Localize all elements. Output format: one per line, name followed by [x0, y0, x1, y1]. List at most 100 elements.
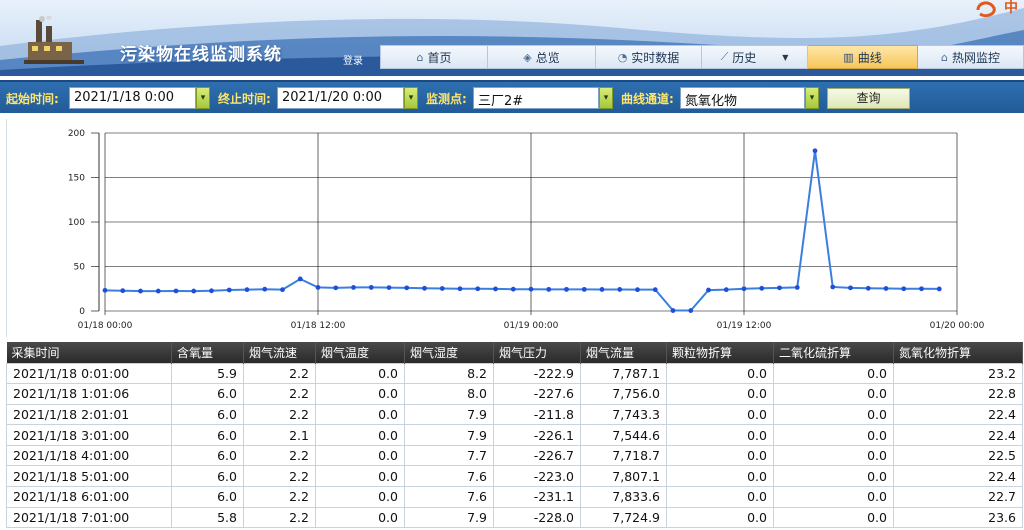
table-row[interactable]: 2021/1/18 3:01:00 6.0 2.1 0.0 7.9 -226.1 7,544…	[6, 424, 1023, 446]
data-point	[652, 287, 658, 293]
table-cell: 7,756.0	[580, 383, 667, 405]
curve-channel-select[interactable]: 氮氧化物	[680, 87, 805, 109]
table-cell: 0.0	[315, 362, 405, 385]
table-cell: -211.8	[493, 403, 581, 426]
monitor-point-dropdown-icon[interactable]: ▾	[599, 87, 613, 109]
column-header[interactable]: 烟气压力	[493, 342, 581, 363]
curve-channel-dropdown-icon[interactable]: ▾	[805, 87, 819, 109]
monitor-point-label: 监测点:	[426, 92, 467, 106]
column-header[interactable]: 烟气湿度	[404, 342, 494, 363]
data-point	[422, 285, 427, 291]
nav-home[interactable]: ⌂ 首页	[380, 45, 488, 69]
nav-realtime[interactable]: ◔ 实时数据	[596, 45, 702, 69]
nav-curve-label: 曲线	[857, 50, 882, 65]
table-row[interactable]: 2021/1/18 2:01:01 6.0 2.2 0.0 7.9 -211.8 7,743…	[6, 403, 1023, 426]
data-point	[297, 276, 303, 282]
data-point	[759, 285, 765, 291]
end-time-field[interactable]: 2021/1/20 0:00	[277, 87, 404, 109]
series-line	[104, 150, 940, 312]
data-point	[226, 287, 232, 293]
table-row[interactable]: 2021/1/18 4:01:00 6.0 2.2 0.0 7.7 -226.7 7,718…	[6, 444, 1023, 467]
table-cell: 6.0	[171, 465, 244, 488]
data-point	[404, 285, 410, 291]
table-cell: 0.0	[773, 486, 894, 508]
table-cell: 7.9	[404, 403, 494, 426]
y-tick-label: 200	[68, 129, 85, 139]
nav-overview[interactable]: ◈ 总览	[488, 45, 596, 69]
table-cell: -226.1	[493, 424, 581, 446]
chevron-down-icon[interactable]: ▼	[782, 53, 788, 62]
data-point	[670, 308, 676, 313]
query-bar: 起始时间: 2021/1/18 0:00 ▾ 终止时间: 2021/1/20 0…	[0, 80, 1024, 113]
x-tick-label: 01/18 00:00	[78, 321, 133, 331]
table-cell: 0.0	[773, 465, 894, 488]
y-tick-label: 150	[68, 174, 85, 184]
column-header[interactable]: 氮氧化物折算	[893, 342, 1023, 363]
start-time-dropdown-icon[interactable]: ▾	[196, 87, 210, 109]
column-header[interactable]: 烟气流速	[243, 342, 316, 363]
table-cell: 0.0	[315, 444, 405, 467]
column-header[interactable]: 二氧化硫折算	[773, 342, 894, 363]
chart-svg: 0 50 100 150 200 01/18 00:00 01/18 12:00 01/19 …	[68, 129, 985, 331]
data-point	[901, 286, 907, 292]
table-cell: 0.0	[773, 362, 894, 385]
data-point	[741, 286, 747, 292]
login-link[interactable]: 登录	[343, 52, 363, 67]
table-cell: 0.0	[315, 403, 405, 426]
table-row[interactable]: 2021/1/18 6:01:00 6.0 2.2 0.0 7.6 -231.1 7,833…	[6, 486, 1023, 508]
data-point	[280, 287, 285, 293]
table-row[interactable]: 2021/1/18 5:01:00 6.0 2.2 0.0 7.6 -223.0 7,807…	[6, 465, 1023, 488]
table-cell: -222.9	[493, 362, 581, 385]
table-cell: 0.0	[773, 506, 894, 529]
nav-heating-monitor[interactable]: ⌂ 热网监控	[918, 45, 1024, 69]
column-header[interactable]: 烟气流量	[580, 342, 667, 363]
table-row[interactable]: 2021/1/18 7:01:00 5.8 2.2 0.0 7.9 -228.0 7,724…	[6, 506, 1023, 529]
main-nav: ⌂ 首页 ◈ 总览 ◔ 实时数据 ⟋ 历史 ▼ ▥ 曲线 ⌂ 热网监控	[380, 45, 1024, 69]
table-cell: 2.2	[243, 444, 316, 467]
data-point	[120, 288, 126, 294]
data-point	[475, 286, 481, 292]
data-point	[173, 288, 179, 294]
query-button[interactable]: 查询	[827, 88, 910, 109]
table-cell: 2.2	[243, 465, 316, 488]
table-cell: 0.0	[315, 506, 405, 529]
data-point	[493, 286, 498, 292]
column-header[interactable]: 烟气温度	[315, 342, 405, 363]
table-cell: 7.9	[404, 424, 494, 446]
data-point	[262, 286, 268, 292]
data-point	[191, 288, 197, 294]
data-point	[883, 286, 889, 291]
table-cell: 6.0	[171, 403, 244, 426]
table-cell: -228.0	[493, 506, 581, 529]
table-row[interactable]: 2021/1/18 0:01:00 5.9 2.2 0.0 8.2 -222.9 7,787…	[6, 362, 1023, 385]
table-row[interactable]: 2021/1/18 1:01:06 6.0 2.2 0.0 8.0 -227.6 7,756…	[6, 383, 1023, 405]
data-point	[723, 287, 729, 293]
table-cell: 0.0	[773, 424, 894, 446]
nav-curve[interactable]: ▥ 曲线	[808, 45, 918, 69]
column-header[interactable]: 采集时间	[6, 342, 172, 363]
layers-icon: ◈	[523, 50, 532, 64]
column-header[interactable]: 含氧量	[171, 342, 244, 363]
data-point	[315, 285, 321, 290]
table-cell: 0.0	[773, 444, 894, 467]
column-header[interactable]: 颗粒物折算	[666, 342, 774, 363]
table-cell: 7.7	[404, 444, 494, 467]
data-point	[848, 285, 853, 291]
table-cell: 23.2	[893, 362, 1023, 385]
nav-history[interactable]: ⟋ 历史 ▼	[702, 45, 808, 69]
table-body: 2021/1/18 0:01:00 5.9 2.2 0.0 8.2 -222.9 7,787…	[6, 362, 1023, 529]
start-time-field[interactable]: 2021/1/18 0:00	[69, 87, 196, 109]
home-icon: ⌂	[941, 50, 948, 64]
data-point	[546, 286, 552, 292]
table-cell: 2021/1/18 3:01:00	[6, 424, 172, 446]
table-cell: 0.0	[666, 424, 774, 446]
table-cell: 7,724.9	[580, 506, 667, 529]
end-time-dropdown-icon[interactable]: ▾	[404, 87, 418, 109]
table-cell: 7.6	[404, 486, 494, 508]
gauge-icon: ◔	[617, 50, 628, 64]
monitor-point-select[interactable]: 三厂2#	[473, 87, 599, 109]
nav-realtime-label: 实时数据	[631, 50, 680, 65]
x-tick-label: 01/19 00:00	[504, 321, 559, 331]
table-cell: 2.2	[243, 383, 316, 405]
curve-channel-label: 曲线通道:	[621, 92, 674, 106]
